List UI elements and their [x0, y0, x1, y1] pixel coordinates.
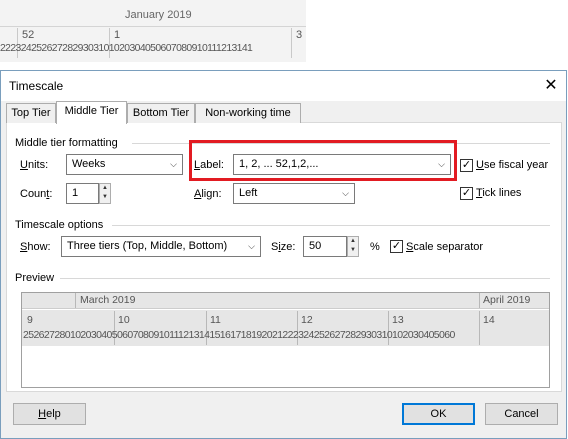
chevron-down-icon: ⌵: [342, 188, 349, 198]
preview-month-label: April 2019: [483, 294, 531, 306]
align-dropdown[interactable]: Left ⌵: [233, 183, 355, 204]
count-spinner[interactable]: ▲ ▼: [99, 183, 111, 204]
background-week-label: 3: [296, 29, 303, 41]
group-label-preview: Preview: [15, 272, 55, 284]
count-label: Count:: [20, 188, 53, 200]
chevron-down-icon: ⌵: [248, 241, 255, 251]
tab-non-working-time[interactable]: Non-working time: [195, 103, 301, 123]
group-divider: [112, 225, 550, 226]
preview-week-label: 11: [210, 314, 221, 326]
background-week-label: 1: [114, 29, 121, 41]
help-button[interactable]: Help: [13, 403, 86, 425]
scale-separator-label: Scale separator: [406, 241, 484, 253]
show-value: Three tiers (Top, Middle, Bottom): [67, 240, 228, 252]
show-label: Show:: [20, 241, 51, 253]
size-input[interactable]: 50: [303, 236, 347, 257]
tick-lines-label: Tick lines: [476, 187, 522, 199]
size-spinner[interactable]: ▲ ▼: [347, 236, 359, 257]
dialog-title: Timescale: [9, 79, 64, 93]
count-input[interactable]: 1: [66, 183, 99, 204]
preview-divider: [479, 293, 480, 308]
preview-month-label: March 2019: [80, 294, 136, 306]
preview-day-labels: 2526272801020304050607080910111213141516…: [23, 329, 455, 341]
size-unit: %: [370, 241, 380, 253]
units-value: Weeks: [72, 158, 106, 170]
group-divider: [60, 278, 550, 279]
preview-week-label: 12: [301, 314, 313, 326]
dialog-title-bar[interactable]: [1, 71, 566, 101]
units-label: Units:: [20, 159, 49, 171]
tab-top-tier[interactable]: Top Tier: [6, 103, 56, 123]
align-label: Align:: [194, 188, 222, 200]
close-button[interactable]: ✕: [540, 76, 562, 96]
highlight-box: [189, 140, 457, 181]
group-label-middle-tier: Middle tier formatting: [15, 137, 118, 149]
chevron-down-icon: ⌵: [170, 159, 177, 169]
use-fiscal-year-checkbox[interactable]: ✓: [460, 159, 473, 172]
preview-week-label: 10: [118, 314, 130, 326]
background-day-labels: 2223242526272829303101020304050607080910…: [0, 43, 253, 54]
scale-separator-checkbox[interactable]: ✓: [390, 240, 403, 253]
preview-week-label: 9: [27, 314, 33, 326]
group-label-timescale-options: Timescale options: [15, 219, 104, 231]
preview-week-label: 13: [392, 314, 404, 326]
preview-divider: [75, 293, 76, 308]
background-month-label: January 2019: [125, 9, 192, 21]
close-icon: ✕: [544, 77, 558, 94]
tick-lines-checkbox[interactable]: ✓: [460, 187, 473, 200]
use-fiscal-year-label: Use fiscal year: [476, 159, 549, 171]
background-week-label: 52: [22, 29, 35, 41]
size-label: Size:: [271, 241, 296, 253]
tab-bottom-tier[interactable]: Bottom Tier: [127, 103, 195, 123]
units-dropdown[interactable]: Weeks ⌵: [66, 154, 183, 175]
align-value: Left: [239, 187, 258, 199]
tab-middle-tier[interactable]: Middle Tier: [56, 101, 127, 124]
cancel-button[interactable]: Cancel: [485, 403, 558, 425]
show-dropdown[interactable]: Three tiers (Top, Middle, Bottom) ⌵: [61, 236, 261, 257]
preview-week-label: 14: [483, 314, 495, 326]
ok-button[interactable]: OK: [402, 403, 475, 425]
